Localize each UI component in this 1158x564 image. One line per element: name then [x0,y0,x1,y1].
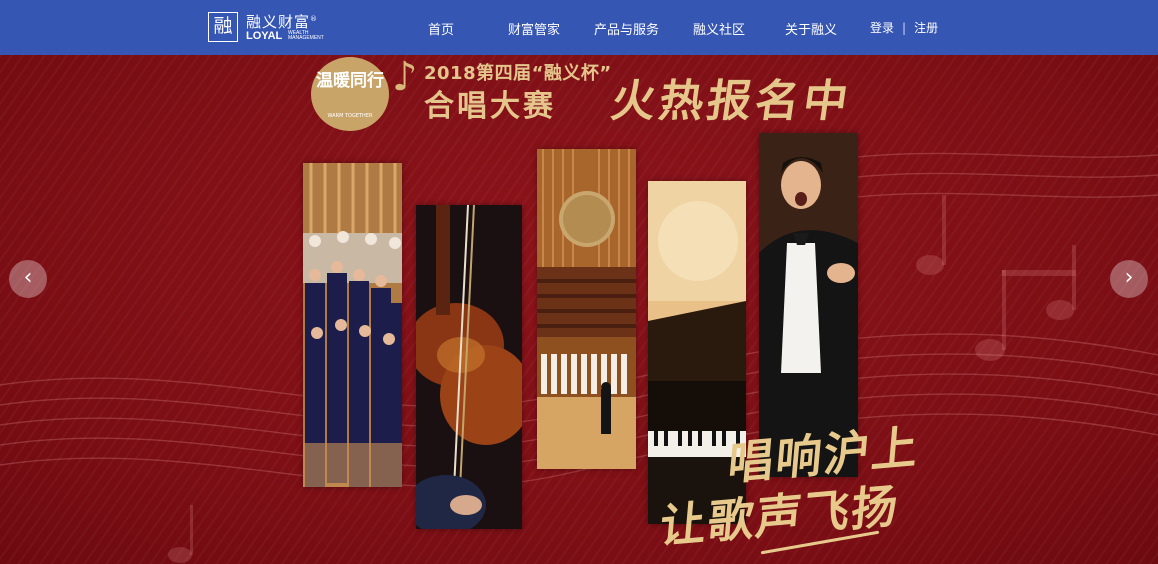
logo-english-sub: WEALTH MANAGEMENT [288,30,324,41]
warm-together-badge: 温暖同行 WARM TOGETHER [311,57,389,131]
nav-products-services[interactable]: 产品与服务 [594,19,659,38]
choir-photo [303,163,402,487]
logo-chinese-text: 融义财富 [246,13,311,31]
login-link[interactable]: 登录 [870,21,894,35]
note-head [168,547,192,563]
badge-subtitle: WARM TOGETHER [327,113,373,119]
nav-wealth-butler[interactable]: 财富管家 [508,19,560,38]
nav-home[interactable]: 首页 [428,19,454,38]
logo-mark: 融 [208,12,238,42]
chevron-left-icon: ‹ [23,265,33,290]
music-note-icon: ♪ [392,55,418,100]
note-head [975,339,1005,361]
top-navigation-bar: 融 融义财富® LOYAL WEALTH MANAGEMENT 首页 财富管家 … [0,0,1158,55]
note-beam [1002,270,1076,276]
note-stem [1072,245,1076,310]
note-stem [942,195,946,265]
note-stem [190,505,193,555]
logo-english-name: LOYAL [246,30,283,42]
auth-links: 登录 | 注册 [870,19,938,36]
badge-title: 温暖同行 [316,71,384,91]
carousel-prev-button[interactable]: ‹ [9,260,47,298]
register-link[interactable]: 注册 [914,21,938,35]
note-stem [1002,270,1006,350]
violin-photo [416,205,522,529]
logo-chinese-name: 融义财富® [246,11,318,32]
carousel-next-button[interactable]: › [1110,260,1148,298]
chevron-right-icon: › [1124,265,1134,290]
nav-about[interactable]: 关于融义 [785,19,837,38]
registration-slogan: 火热报名中 [607,76,855,127]
note-head [916,255,944,275]
nav-community[interactable]: 融义社区 [693,19,745,38]
note-head [1046,300,1074,320]
event-title-line2: 合唱大赛 [424,89,556,124]
concert-hall-photo [537,149,636,469]
hero-banner[interactable]: 温暖同行 WARM TOGETHER ♪ 2018第四届“融义杯” 合唱大赛 火… [0,55,1158,564]
auth-separator: | [902,21,907,35]
registered-mark: ® [310,15,319,23]
